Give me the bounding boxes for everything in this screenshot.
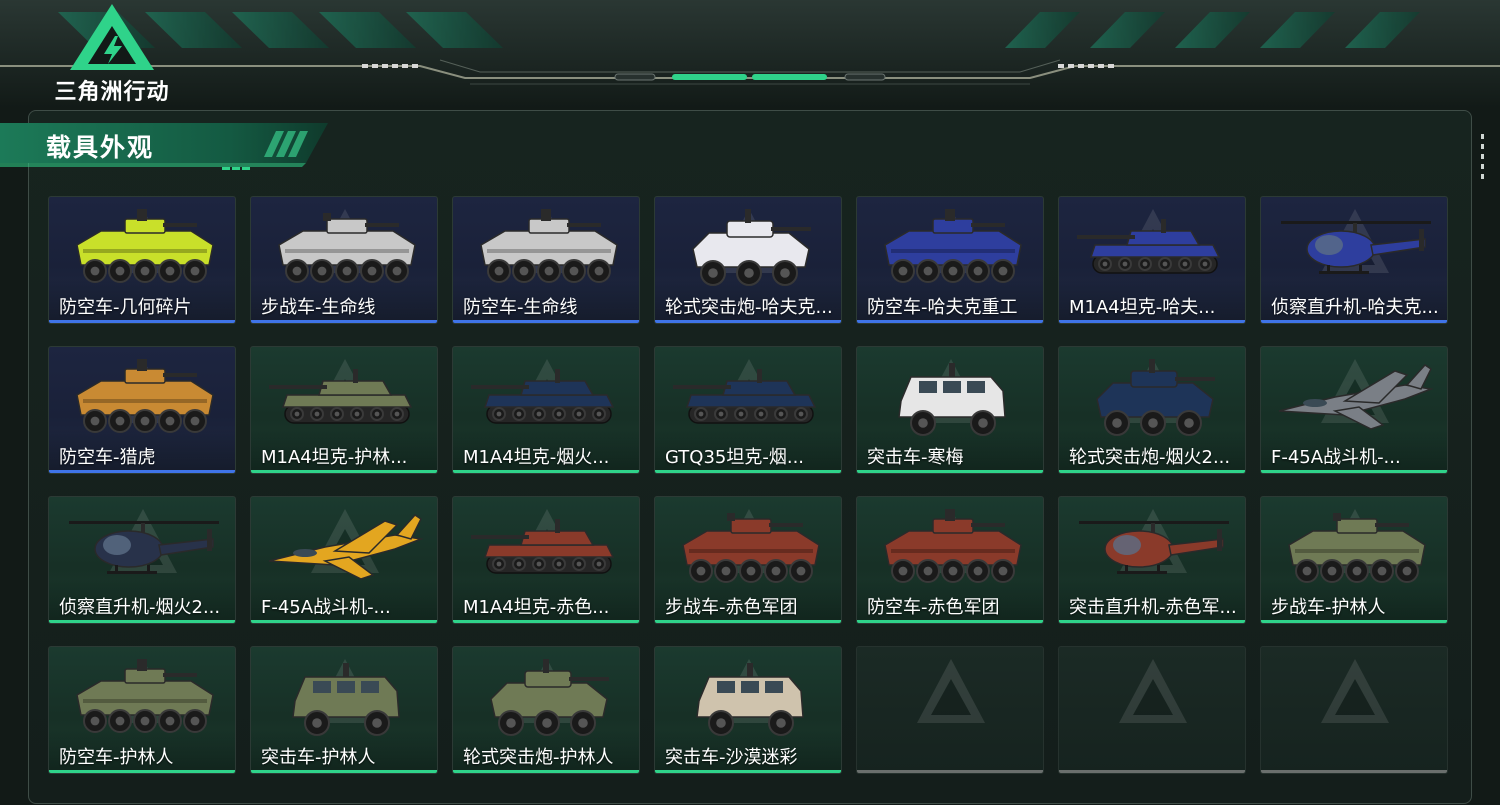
skin-card[interactable]: 防空车-几何碎片 <box>48 196 236 324</box>
rarity-bar <box>857 470 1043 473</box>
rarity-bar <box>1059 770 1245 773</box>
delta-watermark-icon <box>1119 659 1187 723</box>
rarity-bar <box>251 770 437 773</box>
skin-card[interactable]: 轮式突击炮-护林人 <box>452 646 640 774</box>
skin-name: M1A4坦克-赤色... <box>463 597 610 618</box>
skin-card[interactable]: 防空车-护林人 <box>48 646 236 774</box>
scroll-indicator[interactable] <box>1480 134 1486 180</box>
skin-card[interactable]: F-45A战斗机-... <box>1260 346 1448 474</box>
skin-name: 防空车-猎虎 <box>59 447 156 468</box>
rarity-bar <box>655 320 841 323</box>
skin-name: 突击车-寒梅 <box>867 447 964 468</box>
rarity-bar <box>251 320 437 323</box>
skin-card[interactable]: M1A4坦克-哈夫... <box>1058 196 1246 324</box>
skin-card[interactable]: 轮式突击炮-烟火2... <box>1058 346 1246 474</box>
skin-card[interactable]: 防空车-哈夫克重工 <box>856 196 1044 324</box>
skin-name: F-45A战斗机-... <box>1271 447 1401 468</box>
rarity-bar <box>251 470 437 473</box>
skin-name: 步战车-生命线 <box>261 297 376 318</box>
delta-watermark-icon <box>1321 659 1389 723</box>
rarity-bar <box>453 470 639 473</box>
rarity-bar <box>49 620 235 623</box>
rarity-bar <box>49 770 235 773</box>
rarity-bar <box>857 320 1043 323</box>
rarity-bar <box>1059 620 1245 623</box>
skin-card[interactable]: M1A4坦克-赤色... <box>452 496 640 624</box>
game-logo: 三角洲行动 <box>42 2 182 105</box>
delta-triangle-icon <box>70 4 154 70</box>
rarity-bar <box>453 320 639 323</box>
skin-name: 侦察直升机-烟火2... <box>59 597 221 618</box>
rarity-bar <box>1059 320 1245 323</box>
section-title: 载具外观 <box>46 133 155 162</box>
rarity-bar <box>1261 470 1447 473</box>
skin-name: F-45A战斗机-... <box>261 597 391 618</box>
skin-name: 突击车-沙漠迷彩 <box>665 747 798 768</box>
rarity-bar <box>655 770 841 773</box>
rarity-bar <box>655 470 841 473</box>
rarity-bar <box>1261 320 1447 323</box>
skin-name: 防空车-几何碎片 <box>59 297 192 318</box>
skin-card[interactable]: 步战车-赤色军团 <box>654 496 842 624</box>
skin-card[interactable]: 防空车-赤色军团 <box>856 496 1044 624</box>
skin-card[interactable]: 突击车-护林人 <box>250 646 438 774</box>
rarity-bar <box>453 620 639 623</box>
skin-name: GTQ35坦克-烟... <box>665 447 805 468</box>
rarity-bar <box>453 770 639 773</box>
top-decoration-bar <box>0 0 1500 108</box>
skin-name: 突击直升机-赤色军... <box>1069 597 1237 618</box>
rarity-bar <box>49 470 235 473</box>
skin-card[interactable]: 突击车-寒梅 <box>856 346 1044 474</box>
empty-skin-slot[interactable] <box>1260 646 1448 774</box>
skin-card[interactable]: 轮式突击炮-哈夫克... <box>654 196 842 324</box>
rarity-bar <box>251 620 437 623</box>
rarity-bar <box>1261 770 1447 773</box>
skin-name: 防空车-赤色军团 <box>867 597 1000 618</box>
skin-card[interactable]: GTQ35坦克-烟... <box>654 346 842 474</box>
empty-skin-slot[interactable] <box>1058 646 1246 774</box>
skin-card[interactable]: 步战车-生命线 <box>250 196 438 324</box>
delta-watermark-icon <box>917 659 985 723</box>
skin-name: 侦察直升机-哈夫克... <box>1271 297 1439 318</box>
rarity-bar <box>857 770 1043 773</box>
skin-name: 轮式突击炮-哈夫克... <box>665 297 833 318</box>
skin-name: 轮式突击炮-烟火2... <box>1069 447 1231 468</box>
skin-name: M1A4坦克-哈夫... <box>1069 297 1216 318</box>
skin-name: M1A4坦克-护林... <box>261 447 408 468</box>
skin-card[interactable]: 防空车-生命线 <box>452 196 640 324</box>
skin-name: 防空车-护林人 <box>59 747 174 768</box>
skin-name: 防空车-生命线 <box>463 297 578 318</box>
skin-card[interactable]: M1A4坦克-护林... <box>250 346 438 474</box>
skin-name: 步战车-赤色军团 <box>665 597 798 618</box>
skin-name: 步战车-护林人 <box>1271 597 1386 618</box>
skin-card[interactable]: 侦察直升机-哈夫克... <box>1260 196 1448 324</box>
rarity-bar <box>49 320 235 323</box>
skin-name: 轮式突击炮-护林人 <box>463 747 614 768</box>
skin-card[interactable]: 突击直升机-赤色军... <box>1058 496 1246 624</box>
skin-card[interactable]: M1A4坦克-烟火... <box>452 346 640 474</box>
empty-skin-slot[interactable] <box>856 646 1044 774</box>
rarity-bar <box>655 620 841 623</box>
skin-name: 突击车-护林人 <box>261 747 376 768</box>
skin-card[interactable]: 步战车-护林人 <box>1260 496 1448 624</box>
rarity-bar <box>857 620 1043 623</box>
skin-card[interactable]: 突击车-沙漠迷彩 <box>654 646 842 774</box>
rarity-bar <box>1261 620 1447 623</box>
skin-name: M1A4坦克-烟火... <box>463 447 610 468</box>
skin-name: 防空车-哈夫克重工 <box>867 297 1018 318</box>
skin-card[interactable]: 防空车-猎虎 <box>48 346 236 474</box>
skin-card[interactable]: F-45A战斗机-... <box>250 496 438 624</box>
skin-card[interactable]: 侦察直升机-烟火2... <box>48 496 236 624</box>
rarity-bar <box>1059 470 1245 473</box>
logo-text: 三角洲行动 <box>54 80 170 105</box>
